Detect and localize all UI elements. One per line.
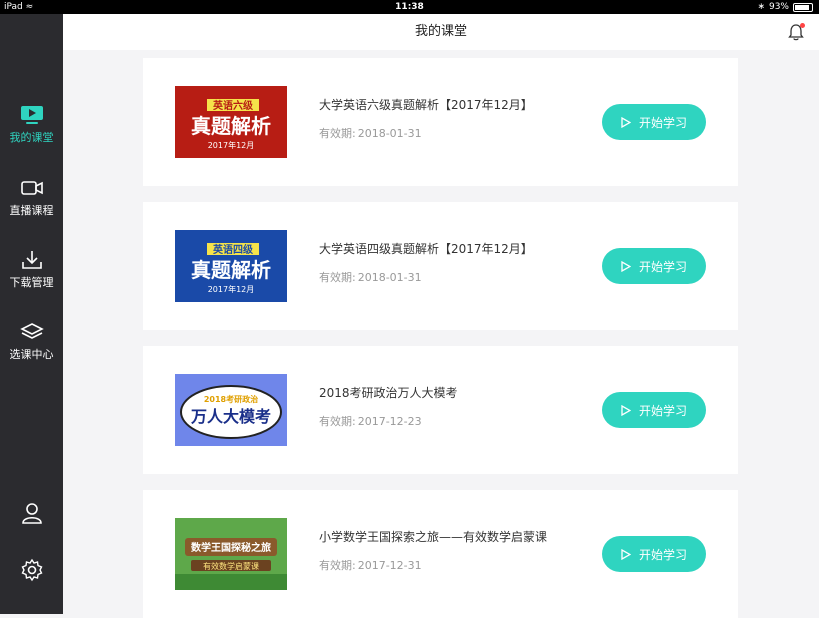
validity-date: 2018-01-31 (357, 271, 422, 284)
user-icon (21, 503, 42, 524)
start-learning-button[interactable]: 开始学习 (602, 392, 706, 428)
thumb-main: 真题解析 (191, 258, 271, 282)
thumb-tag: 英语六级 (212, 99, 254, 112)
sidebar-item-label: 直播课程 (9, 204, 54, 217)
start-learning-button[interactable]: 开始学习 (602, 104, 706, 140)
play-icon (621, 548, 631, 560)
layers-icon (19, 323, 44, 339)
start-learning-label: 开始学习 (638, 403, 687, 418)
thumb-sub: 有效数学启蒙课 (203, 561, 259, 571)
download-icon (21, 251, 42, 269)
thumb-main: 万人大模考 (190, 407, 271, 426)
header: 我的课堂 (63, 14, 819, 50)
play-icon (621, 116, 631, 128)
sidebar-item-course-center[interactable]: 选课中心 (0, 322, 63, 362)
sidebar-item-downloads[interactable]: 下载管理 (0, 250, 63, 290)
play-icon (621, 404, 631, 416)
sidebar-item-my-classroom[interactable]: 我的课堂 (0, 105, 63, 145)
play-icon (621, 260, 631, 272)
classroom-play-icon (20, 106, 43, 124)
bluetooth-icon: ∗ (757, 2, 765, 12)
course-title: 大学英语六级真题解析【2017年12月】 (319, 98, 533, 112)
battery-icon (793, 2, 813, 12)
sidebar: 我的课堂 直播课程 下载管理 选课中心 (0, 14, 63, 614)
validity-label: 有效期: (319, 415, 356, 428)
page-title: 我的课堂 (414, 24, 467, 39)
sidebar-item-live-courses[interactable]: 直播课程 (0, 178, 63, 218)
course-card: 数学王国探秘之旅 有效数学启蒙课 小学数学王国探索之旅——有效数学启蒙课 有效期… (143, 490, 738, 618)
thumb-tag: 英语四级 (212, 243, 254, 256)
sidebar-item-label: 下载管理 (9, 276, 54, 289)
course-validity: 有效期: 2017-12-31 (319, 557, 424, 573)
thumb-tag: 2018考研政治 (204, 394, 258, 404)
course-thumbnail: 2018考研政治 万人大模考 (175, 374, 287, 446)
video-camera-icon (20, 181, 43, 195)
course-validity: 有效期: 2017-12-23 (319, 413, 424, 429)
start-learning-button[interactable]: 开始学习 (602, 536, 706, 572)
thumb-main: 真题解析 (191, 114, 271, 138)
start-learning-label: 开始学习 (638, 259, 687, 274)
status-bar: iPad ≈ 11:38 ∗ 93% (0, 0, 819, 14)
status-time: 11:38 (395, 2, 424, 12)
course-list: 英语六级 真题解析 2017年12月 大学英语六级真题解析【2017年12月】 … (63, 50, 819, 618)
notification-dot (800, 23, 805, 28)
course-validity: 有效期: 2018-01-31 (319, 269, 424, 285)
course-card: 英语四级 真题解析 2017年12月 大学英语四级真题解析【2017年12月】 … (143, 202, 738, 330)
gear-icon (21, 558, 42, 582)
settings-button[interactable] (0, 558, 63, 586)
course-thumbnail: 数学王国探秘之旅 有效数学启蒙课 (175, 518, 287, 590)
start-learning-button[interactable]: 开始学习 (602, 248, 706, 284)
start-learning-label: 开始学习 (638, 115, 687, 130)
thumb-sub: 2017年12月 (208, 284, 255, 294)
validity-date: 2017-12-31 (357, 559, 422, 572)
course-title: 2018考研政治万人大模考 (319, 386, 458, 400)
course-validity: 有效期: 2018-01-31 (319, 125, 424, 141)
course-thumbnail: 英语四级 真题解析 2017年12月 (175, 230, 287, 302)
sidebar-item-label: 我的课堂 (9, 131, 54, 144)
status-right: ∗ 93% (757, 0, 813, 14)
sidebar-item-label: 选课中心 (9, 348, 54, 361)
battery-percent: 93% (768, 2, 789, 12)
course-card: 英语六级 真题解析 2017年12月 大学英语六级真题解析【2017年12月】 … (143, 58, 738, 186)
validity-label: 有效期: (319, 127, 356, 140)
course-title: 大学英语四级真题解析【2017年12月】 (319, 242, 533, 256)
course-card: 2018考研政治 万人大模考 2018考研政治万人大模考 有效期: 2017-12… (143, 346, 738, 474)
validity-label: 有效期: (319, 559, 356, 572)
validity-date: 2018-01-31 (357, 127, 422, 140)
course-title: 小学数学王国探索之旅——有效数学启蒙课 (319, 530, 548, 544)
profile-button[interactable] (0, 501, 63, 529)
start-learning-label: 开始学习 (638, 547, 687, 562)
validity-date: 2017-12-23 (357, 415, 422, 428)
course-thumbnail: 英语六级 真题解析 2017年12月 (175, 86, 287, 158)
notifications-button[interactable] (787, 23, 805, 41)
thumb-sub: 2017年12月 (208, 140, 255, 150)
thumb-main: 数学王国探秘之旅 (191, 541, 271, 554)
validity-label: 有效期: (319, 271, 356, 284)
